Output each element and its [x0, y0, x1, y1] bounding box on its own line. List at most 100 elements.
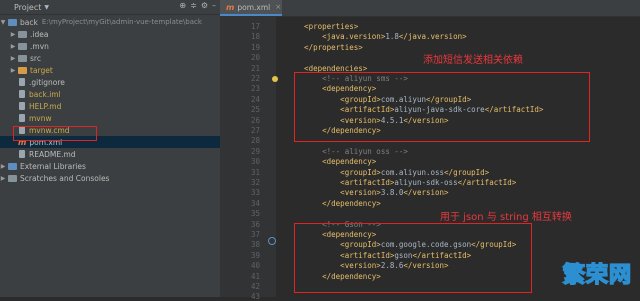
project-panel-header[interactable]: Project ▼ ⊕ ≑ ⚙ –	[0, 0, 220, 15]
folder-icon	[18, 42, 27, 50]
line-number: 28	[250, 136, 260, 146]
tree-item-label: mvnw	[29, 113, 52, 123]
code-line[interactable]: <properties>	[286, 22, 358, 31]
chevron-down-icon[interactable]: ▼	[0, 19, 6, 26]
line-number: 31	[250, 167, 260, 177]
root-name: back	[20, 17, 38, 27]
sms-dependency-box	[294, 72, 590, 142]
chevron-right-icon[interactable]: ▶	[0, 163, 6, 170]
code-line[interactable]: <version>3.8.0</version>	[286, 188, 448, 197]
chevron-right-icon[interactable]: ▶	[0, 175, 6, 182]
code-line[interactable]: <java.version>1.8</java.version>	[286, 32, 467, 41]
tree-item-label: External Libraries	[20, 161, 86, 171]
line-number: 26	[250, 115, 260, 125]
editor-tab-bar: m pom.xml ×	[220, 0, 640, 17]
line-number: 23	[250, 84, 260, 94]
chevron-right-icon[interactable]: ▶	[10, 43, 16, 50]
tree-item-readme-md[interactable]: README.md	[0, 148, 236, 160]
line-number: 30	[250, 157, 260, 167]
markdown-icon	[19, 150, 25, 158]
line-number: 17	[250, 22, 260, 31]
line-number: 39	[250, 250, 260, 260]
line-number: 41	[250, 271, 260, 281]
tree-external-libraries[interactable]: ▶ External Libraries	[0, 160, 220, 172]
tree-item-label: HELP.md	[29, 101, 62, 111]
code-line[interactable]: </properties>	[286, 43, 363, 52]
code-line[interactable]: <dependency>	[286, 157, 376, 166]
line-number: 21	[250, 63, 260, 73]
code-line[interactable]: <!-- aliyun oss -->	[286, 147, 408, 156]
tree-item-label: Scratches and Consoles	[20, 173, 110, 183]
gson-annotation: 用于 json 与 string 相互转换	[440, 212, 572, 223]
tree-item-idea[interactable]: ▶ .idea	[0, 28, 230, 40]
scratches-icon	[8, 174, 17, 182]
minimize-icon[interactable]: –	[212, 1, 216, 10]
file-icon	[19, 90, 25, 98]
file-icon	[19, 114, 25, 122]
project-panel-title[interactable]: Project	[14, 3, 41, 12]
line-number: 38	[250, 240, 260, 250]
tree-scratches[interactable]: ▶ Scratches and Consoles	[0, 172, 220, 184]
editor: m pom.xml × 17 <properties> 18 <java.vers…	[220, 0, 640, 301]
tree-item-back-iml[interactable]: back.iml	[0, 88, 236, 100]
line-number: 20	[250, 53, 260, 63]
root-path: E:\myProject\myGit\admin-vue-template\ba…	[41, 18, 202, 26]
tree-item-label: README.md	[29, 149, 76, 159]
line-number: 32	[250, 178, 260, 187]
pom-highlight-box	[13, 126, 97, 141]
target-icon[interactable]: ⊕	[179, 1, 186, 10]
line-number: 27	[250, 126, 260, 135]
tree-item-label: .idea	[30, 29, 49, 39]
tree-item-target[interactable]: ▶ target	[0, 64, 230, 76]
line-number: 36	[250, 219, 260, 229]
tree-item-label: back.iml	[29, 89, 61, 99]
folder-icon	[18, 54, 27, 62]
line-number: 33	[250, 188, 260, 198]
line-number: 40	[250, 261, 260, 271]
code-line[interactable]: <groupId>com.aliyun.oss</groupId>	[286, 168, 489, 177]
maven-icon: m	[226, 2, 235, 12]
sms-annotation: 添加短信发送相关依赖	[423, 55, 523, 66]
line-number: 24	[250, 94, 260, 104]
tree-item-mvn[interactable]: ▶ .mvn	[0, 40, 230, 52]
watermark-logo: 繁荣网	[562, 262, 632, 289]
gear-icon[interactable]: ⚙	[201, 1, 208, 10]
line-number: 18	[250, 32, 260, 42]
chevron-right-icon[interactable]: ▶	[10, 67, 16, 74]
maven-dependency-icon[interactable]	[268, 237, 276, 245]
tree-item-gitignore[interactable]: .gitignore	[0, 76, 236, 88]
chevron-down-icon[interactable]: ▼	[44, 4, 49, 11]
project-panel: Project ▼ ⊕ ≑ ⚙ – ▼ back E:\myProject\my…	[0, 0, 236, 297]
folder-icon	[8, 18, 17, 26]
code-line[interactable]: <artifactId>aliyun-sdk-oss</artifactId>	[286, 178, 516, 187]
folder-icon	[18, 30, 27, 38]
file-icon	[19, 78, 25, 86]
line-number: 42	[250, 282, 260, 291]
tree-item-label: .gitignore	[29, 77, 65, 87]
tree-item-label: .mvn	[30, 41, 49, 51]
markdown-icon	[19, 102, 25, 110]
line-number: 35	[250, 209, 260, 219]
line-number: 37	[250, 230, 260, 239]
line-number: 29	[250, 146, 260, 156]
line-number: 25	[250, 105, 260, 115]
tab-pom-xml[interactable]: m pom.xml ×	[220, 0, 282, 16]
chevron-right-icon[interactable]: ▶	[10, 55, 16, 62]
gson-dependency-box	[294, 223, 532, 293]
project-toolbar: ⊕ ≑ ⚙ –	[179, 1, 216, 10]
tree-item-help-md[interactable]: HELP.md	[0, 100, 236, 112]
lightbulb-icon[interactable]	[272, 76, 278, 82]
chevron-right-icon[interactable]: ▶	[10, 31, 16, 38]
line-number: 34	[250, 198, 260, 208]
code-line[interactable]: </dependency>	[286, 199, 381, 208]
tree-item-src[interactable]: ▶ src	[0, 52, 230, 64]
close-icon[interactable]: ×	[275, 3, 281, 11]
library-icon	[8, 162, 17, 170]
folder-icon	[18, 66, 27, 74]
tree-item-mvnw[interactable]: mvnw	[0, 112, 236, 124]
tree-item-label: src	[30, 53, 41, 63]
tree-root-back[interactable]: ▼ back E:\myProject\myGit\admin-vue-temp…	[0, 16, 220, 28]
tab-label: pom.xml	[237, 2, 271, 12]
line-number: 22	[250, 74, 260, 83]
collapse-icon[interactable]: ≑	[190, 1, 197, 10]
